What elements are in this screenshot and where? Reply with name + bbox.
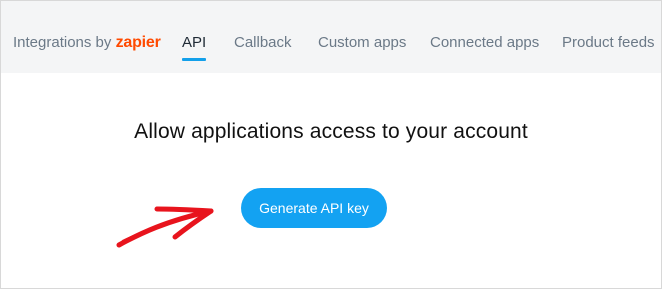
app-frame: Integrations by zapier API Callback Cust…	[0, 0, 662, 289]
tab-callback-label: Callback	[234, 34, 292, 51]
tab-callback[interactable]: Callback	[234, 34, 292, 52]
tab-connected-apps[interactable]: Connected apps	[430, 34, 539, 52]
page-heading: Allow applications access to your accoun…	[134, 120, 528, 143]
generate-api-key-button[interactable]: Generate API key	[241, 188, 387, 228]
red-hand-drawn-arrow-icon	[116, 206, 214, 248]
active-tab-indicator	[182, 58, 207, 61]
tab-connected-apps-label: Connected apps	[430, 34, 540, 51]
tab-api[interactable]: API	[182, 34, 207, 61]
tab-product-feeds-label: Product feeds	[562, 34, 655, 51]
tab-custom-apps-label: Custom apps	[318, 34, 407, 51]
zapier-logo: zapier	[115, 34, 161, 51]
tab-integrations-prefix: Integrations by	[13, 34, 112, 51]
tab-product-feeds[interactable]: Product feeds	[562, 34, 655, 52]
tab-integrations-by-zapier[interactable]: Integrations by zapier	[13, 34, 161, 52]
tab-custom-apps[interactable]: Custom apps	[318, 34, 406, 52]
tab-bar: Integrations by zapier API Callback Cust…	[1, 1, 661, 73]
tab-api-label: API	[182, 34, 207, 51]
